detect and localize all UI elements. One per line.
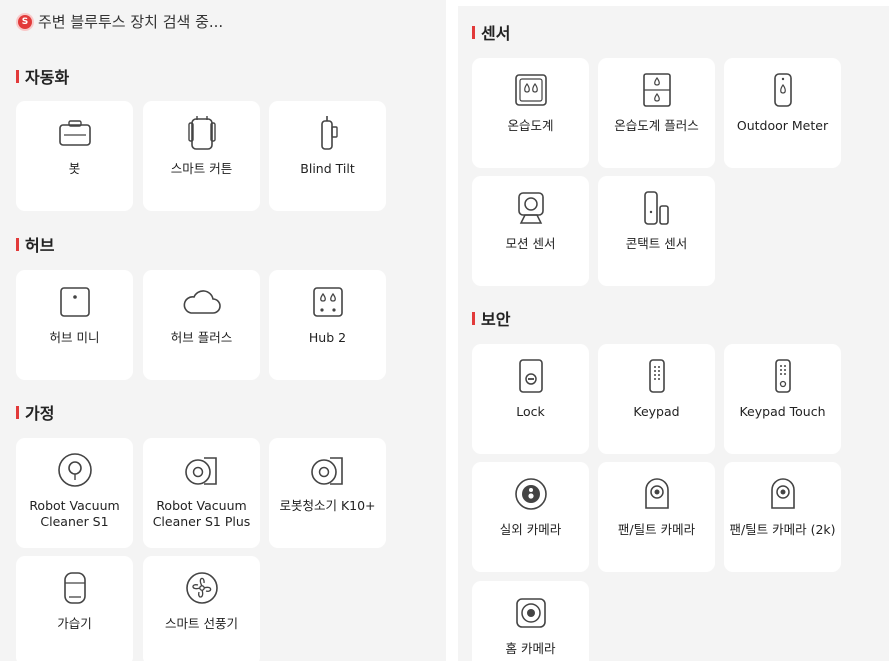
- keypad-touch-icon: [763, 358, 803, 394]
- hub2-icon: [308, 284, 348, 320]
- device-label: 팬/틸트 카메라: [617, 522, 696, 537]
- section-title-text: 자동화: [25, 68, 70, 87]
- outdoor-camera-icon: [511, 476, 551, 512]
- device-card-robot-vacuum-s1-plus[interactable]: Robot Vacuum Cleaner S1 Plus: [143, 438, 260, 548]
- device-card-hub-plus[interactable]: 허브 플러스: [143, 270, 260, 380]
- device-label: Blind Tilt: [300, 161, 355, 176]
- section-title-security: 보안: [472, 306, 510, 330]
- device-label: Robot Vacuum Cleaner S1: [29, 498, 120, 529]
- section-title-text: 허브: [25, 236, 55, 255]
- pan-tilt-camera-icon: [637, 476, 677, 512]
- fan-icon: [182, 570, 222, 606]
- device-card-outdoor-meter[interactable]: Outdoor Meter: [724, 58, 841, 168]
- device-label: 스마트 커튼: [170, 161, 233, 176]
- device-label: 스마트 선풍기: [165, 616, 238, 631]
- section-title-automation: 자동화: [16, 64, 69, 88]
- device-card-pan-tilt-camera-2k[interactable]: 팬/틸트 카메라 (2k): [724, 462, 841, 572]
- device-label: 가습기: [57, 616, 92, 631]
- device-label: 온습도계 플러스: [614, 118, 699, 133]
- section-accent-bar: [472, 25, 475, 39]
- device-card-robot-vacuum-k10[interactable]: 로봇청소기 K10+: [269, 438, 386, 548]
- lock-icon: [511, 358, 551, 394]
- section-accent-bar: [16, 69, 19, 83]
- cloud-icon: [182, 284, 222, 320]
- device-card-contact-sensor[interactable]: 콘택트 센서: [598, 176, 715, 286]
- section-title-text: 가정: [25, 404, 55, 423]
- device-card-outdoor-camera[interactable]: 실외 카메라: [472, 462, 589, 572]
- left-panel: S 주변 블루투스 장치 검색 중... 자동화 봇 스마트 커튼 Blind …: [0, 0, 446, 661]
- humidifier-icon: [55, 570, 95, 606]
- section-title-text: 보안: [481, 310, 511, 329]
- robot-vacuum-icon: [55, 452, 95, 488]
- device-card-lock[interactable]: Lock: [472, 344, 589, 454]
- device-card-smart-fan[interactable]: 스마트 선풍기: [143, 556, 260, 661]
- device-label: 모션 센서: [505, 236, 556, 251]
- curtain-icon: [182, 115, 222, 151]
- keypad-icon: [637, 358, 677, 394]
- bot-icon: [55, 115, 95, 151]
- device-card-bot[interactable]: 봇: [16, 101, 133, 211]
- device-card-smart-curtain[interactable]: 스마트 커튼: [143, 101, 260, 211]
- device-card-keypad[interactable]: Keypad: [598, 344, 715, 454]
- motion-sensor-icon: [511, 190, 551, 226]
- outdoor-meter-icon: [763, 72, 803, 108]
- hub-mini-icon: [55, 284, 95, 320]
- contact-sensor-icon: [637, 190, 677, 226]
- section-accent-bar: [16, 405, 19, 419]
- device-label: Keypad Touch: [739, 404, 826, 419]
- device-label: 실외 카메라: [499, 522, 562, 537]
- right-panel: 센서 온습도계 온습도계 플러스 Outdoor Meter 모션 센서 콘택트…: [458, 6, 889, 661]
- robot-vacuum-dock-icon: [182, 452, 222, 488]
- section-title-text: 센서: [481, 24, 511, 43]
- device-card-robot-vacuum-s1[interactable]: Robot Vacuum Cleaner S1: [16, 438, 133, 548]
- home-camera-icon: [511, 595, 551, 631]
- device-card-hub-mini[interactable]: 허브 미니: [16, 270, 133, 380]
- device-label: 팬/틸트 카메라 (2k): [729, 522, 836, 537]
- device-label: Lock: [516, 404, 545, 419]
- device-label: Keypad: [633, 404, 680, 419]
- blind-tilt-icon: [308, 115, 348, 151]
- device-card-meter-plus[interactable]: 온습도계 플러스: [598, 58, 715, 168]
- device-label: 봇: [68, 161, 81, 176]
- device-label: Robot Vacuum Cleaner S1 Plus: [152, 498, 251, 529]
- pan-tilt-camera-icon: [763, 476, 803, 512]
- device-card-humidifier[interactable]: 가습기: [16, 556, 133, 661]
- device-label: 온습도계: [507, 118, 554, 133]
- robot-vacuum-dock-icon: [308, 452, 348, 488]
- device-card-keypad-touch[interactable]: Keypad Touch: [724, 344, 841, 454]
- section-title-home: 가정: [16, 400, 54, 424]
- device-label: 허브 플러스: [170, 330, 233, 345]
- scan-status-text: 주변 블루투스 장치 검색 중...: [38, 13, 224, 31]
- section-accent-bar: [472, 311, 475, 325]
- device-card-hub2[interactable]: Hub 2: [269, 270, 386, 380]
- device-card-meter[interactable]: 온습도계: [472, 58, 589, 168]
- device-label: 홈 카메라: [505, 641, 556, 656]
- device-card-pan-tilt-camera[interactable]: 팬/틸트 카메라: [598, 462, 715, 572]
- section-title-sensor: 센서: [472, 20, 510, 44]
- device-card-home-camera[interactable]: 홈 카메라: [472, 581, 589, 661]
- device-label: 허브 미니: [49, 330, 100, 345]
- thermo-hygrometer-icon: [511, 72, 551, 108]
- device-label: Outdoor Meter: [736, 118, 829, 133]
- bluetooth-scan-icon: S: [18, 14, 32, 29]
- section-accent-bar: [16, 237, 19, 251]
- device-label: Hub 2: [308, 330, 347, 345]
- section-title-hub: 허브: [16, 232, 54, 256]
- scan-status: S 주변 블루투스 장치 검색 중...: [18, 11, 223, 32]
- device-card-motion-sensor[interactable]: 모션 센서: [472, 176, 589, 286]
- device-label: 로봇청소기 K10+: [279, 498, 376, 513]
- thermo-hygrometer-plus-icon: [637, 72, 677, 108]
- device-label: 콘택트 센서: [625, 236, 688, 251]
- device-card-blind-tilt[interactable]: Blind Tilt: [269, 101, 386, 211]
